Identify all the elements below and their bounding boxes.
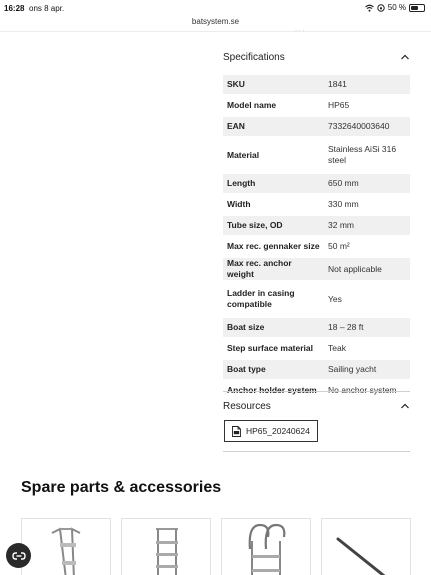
- spec-value: 32 mm: [324, 216, 410, 235]
- resources-accordion-header[interactable]: Resources: [223, 391, 410, 421]
- status-date: ons 8 apr.: [29, 4, 65, 13]
- spec-key: Boat type: [223, 360, 324, 379]
- spec-key: Width: [227, 199, 251, 209]
- spec-value: 50 m²: [328, 241, 350, 251]
- spec-value: Not applicable: [324, 258, 410, 280]
- spec-key: Ladder in casing compatible: [227, 288, 295, 309]
- spec-row: Model name HP65: [223, 96, 410, 115]
- spec-key: EAN: [223, 117, 324, 136]
- product-card[interactable]: [21, 518, 111, 575]
- chevron-up-icon: [401, 54, 409, 60]
- specifications-accordion-header[interactable]: Specifications: [223, 42, 410, 72]
- ladder-product-image: [51, 527, 81, 575]
- spare-parts-title: Spare parts & accessories: [21, 479, 222, 496]
- spec-row: Length 650 mm: [223, 174, 410, 193]
- product-card[interactable]: [321, 518, 411, 575]
- spec-row: Step surface material Teak: [223, 339, 410, 358]
- product-card[interactable]: [221, 518, 311, 575]
- spec-value: 330 mm: [328, 199, 359, 209]
- spec-value: 18 – 28 ft: [324, 318, 410, 337]
- spec-row: Ladder in casing compatible Yes: [223, 282, 410, 316]
- specifications-table: SKU 1841 Model name HP65 EAN 7332640003640 Mat…: [223, 73, 410, 402]
- chevron-up-icon: [401, 403, 409, 409]
- status-time: 16:28: [4, 4, 25, 13]
- spec-key: Step surface material: [227, 343, 313, 353]
- specifications-title: Specifications: [223, 51, 285, 63]
- spec-value: Sailing yacht: [324, 360, 410, 379]
- spec-row: Boat type Sailing yacht: [223, 360, 410, 379]
- hook-ladder-product-image: [248, 523, 286, 575]
- spec-key: Max rec. gennaker size: [227, 241, 320, 251]
- spec-key: SKU: [223, 75, 324, 94]
- spec-value: Yes: [328, 293, 342, 304]
- spec-row: Material Stainless AiSi 316 steel: [223, 138, 410, 172]
- wifi-icon: [364, 4, 374, 12]
- cut-off-text: · · ·: [295, 28, 305, 34]
- chat-button[interactable]: [6, 543, 31, 568]
- spec-row: SKU 1841: [223, 75, 410, 94]
- rotation-lock-icon: [377, 3, 385, 12]
- resource-file-link[interactable]: HP65_20240624: [224, 420, 318, 442]
- spec-key: Max rec. anchor weight: [223, 258, 324, 280]
- pdf-file-icon: [232, 425, 241, 437]
- battery-percent: 50 %: [387, 3, 406, 12]
- spec-row: Tube size, OD 32 mm: [223, 216, 410, 235]
- spec-value: HP65: [328, 100, 350, 110]
- spec-key: Model name: [227, 100, 277, 110]
- spec-value: 7332640003640: [324, 117, 410, 136]
- product-card[interactable]: [121, 518, 211, 575]
- status-right: 50 %: [364, 3, 425, 12]
- spec-value: 1841: [324, 75, 410, 94]
- url-text: batsystem.se: [191, 17, 240, 26]
- resource-file-label: HP65_20240624: [246, 426, 310, 436]
- chat-icon: [11, 551, 26, 560]
- spec-value: Stainless AiSi 316 steel: [328, 144, 397, 165]
- spec-row: EAN 7332640003640: [223, 117, 410, 136]
- spec-row: Boat size 18 – 28 ft: [223, 318, 410, 337]
- bottom-divider: [223, 451, 410, 452]
- battery-icon: [409, 3, 425, 12]
- rod-product-image: [336, 537, 386, 575]
- spec-value: 650 mm: [324, 174, 410, 193]
- address-bar[interactable]: batsystem.se: [0, 14, 431, 32]
- telescopic-ladder-product-image: [156, 528, 178, 575]
- spec-row: Max rec. gennaker size 50 m²: [223, 237, 410, 256]
- spec-key: Length: [223, 174, 324, 193]
- resources-title: Resources: [223, 400, 271, 412]
- spec-value: Teak: [328, 343, 346, 353]
- spec-key: Tube size, OD: [223, 216, 324, 235]
- spec-row: Width 330 mm: [223, 195, 410, 214]
- spec-key: Material: [227, 149, 260, 160]
- spec-key: Boat size: [223, 318, 324, 337]
- spec-row: Max rec. anchor weight Not applicable: [223, 258, 410, 280]
